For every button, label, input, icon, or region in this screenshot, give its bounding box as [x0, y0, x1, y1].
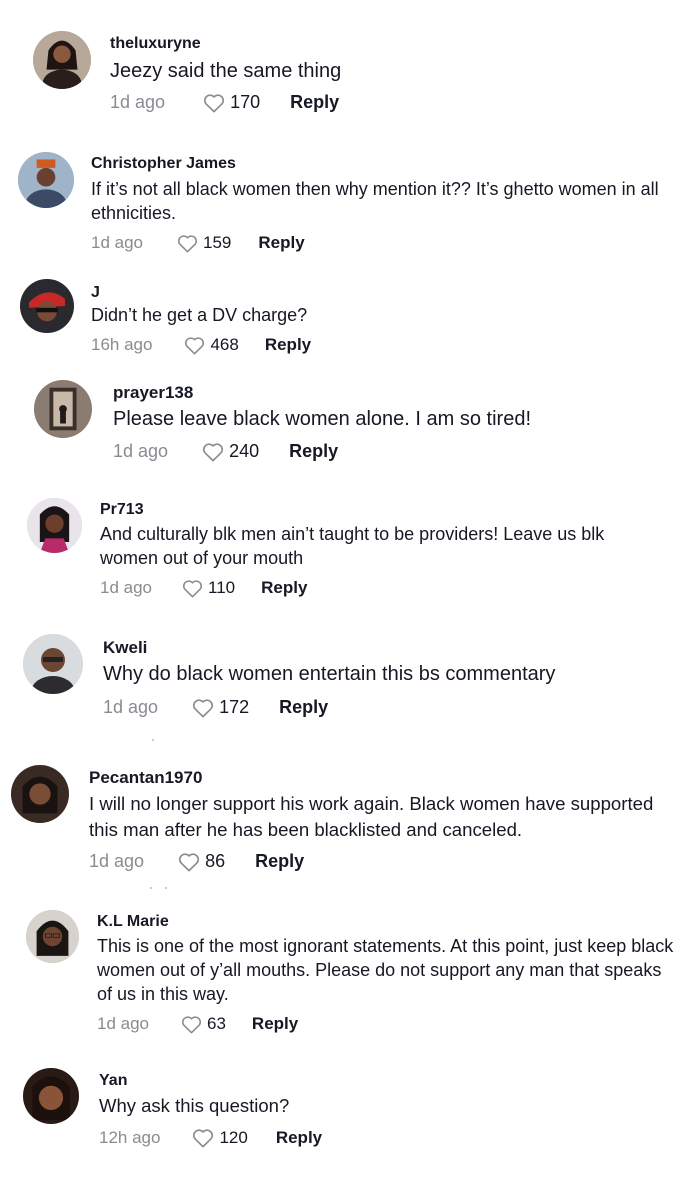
user-avatar-icon [34, 380, 92, 438]
comment-username[interactable]: prayer138 [113, 383, 193, 403]
like-button[interactable]: 86 [178, 851, 225, 872]
like-count: 120 [219, 1128, 248, 1147]
heart-outline-icon [185, 336, 205, 354]
like-button[interactable]: 468 [184, 335, 239, 355]
comment-meta: 1d ago 170 Reply [110, 92, 339, 113]
heart-outline-icon [179, 852, 200, 871]
comment-timestamp: 1d ago [100, 578, 152, 597]
comment-meta: 1d ago 110 Reply [100, 578, 307, 598]
comment-meta: 1d ago 172 Reply [103, 697, 328, 718]
user-avatar-icon [27, 498, 82, 553]
comment-username[interactable]: J [91, 284, 100, 302]
comment-text: Didn’t he get a DV charge? [91, 305, 308, 325]
like-button[interactable]: 240 [202, 441, 259, 462]
comment-text: Why ask this question? [99, 1095, 290, 1116]
avatar[interactable] [23, 1068, 79, 1124]
comment-timestamp: 1d ago [103, 697, 159, 717]
heart-outline-icon [182, 579, 203, 597]
comment-meta: 16h ago 468 Reply [91, 335, 311, 355]
like-button[interactable]: 110 [182, 578, 235, 598]
user-avatar-icon [26, 910, 79, 963]
like-count: 468 [210, 335, 239, 354]
comment-timestamp: 1d ago [110, 92, 166, 112]
user-avatar-icon [18, 152, 74, 208]
user-avatar-icon [20, 279, 74, 333]
like-button[interactable]: 172 [192, 697, 249, 718]
comment-meta: 1d ago 240 Reply [113, 441, 338, 462]
like-button[interactable]: 159 [177, 233, 231, 253]
comment-username[interactable]: Yan [99, 1072, 127, 1090]
like-count: 159 [203, 233, 232, 252]
avatar[interactable] [33, 31, 91, 89]
comment-username[interactable]: theluxuryne [110, 35, 201, 53]
comment-timestamp: 1d ago [91, 233, 143, 252]
avatar[interactable] [34, 380, 92, 438]
like-count: 170 [230, 92, 261, 112]
comment-username[interactable]: Pr713 [100, 501, 144, 519]
reply-button[interactable]: Reply [265, 335, 311, 355]
comment-timestamp: 1d ago [97, 1014, 149, 1033]
reply-button[interactable]: Reply [289, 441, 338, 462]
heart-outline-icon [177, 234, 198, 252]
avatar[interactable] [18, 152, 74, 208]
comment-text: This is one of the most ignorant stateme… [97, 936, 674, 1004]
divider-dot [150, 887, 152, 889]
reply-button[interactable]: Reply [252, 1014, 298, 1034]
like-button[interactable]: 170 [203, 92, 260, 113]
like-count: 63 [207, 1014, 226, 1033]
like-count: 86 [205, 851, 226, 871]
heart-outline-icon [193, 698, 214, 717]
like-count: 172 [219, 697, 250, 717]
reply-button[interactable]: Reply [255, 851, 304, 872]
like-count: 110 [208, 578, 236, 597]
comment-text: I will no longer support his work again.… [89, 793, 654, 840]
avatar[interactable] [23, 634, 83, 694]
comment-meta: 1d ago 63 Reply [97, 1014, 298, 1034]
heart-outline-icon [203, 442, 224, 461]
comment-text: And culturally blk men ain’t taught to b… [100, 524, 605, 568]
user-avatar-icon [23, 1068, 79, 1124]
divider-dot [165, 887, 167, 889]
comment-username[interactable]: Kweli [103, 638, 147, 658]
comment-timestamp: 16h ago [91, 335, 153, 354]
comment-text: Please leave black women alone. I am so … [113, 408, 531, 430]
comment-text: If it’s not all black women then why men… [91, 179, 659, 223]
user-avatar-icon [33, 31, 91, 89]
like-count: 240 [229, 441, 260, 461]
comment-username[interactable]: Christopher James [91, 155, 236, 173]
avatar[interactable] [26, 910, 79, 963]
user-avatar-icon [11, 765, 69, 823]
heart-outline-icon [181, 1015, 202, 1033]
avatar[interactable] [11, 765, 69, 823]
heart-outline-icon [204, 93, 225, 112]
user-avatar-icon [23, 634, 83, 694]
like-button[interactable]: 63 [181, 1014, 226, 1034]
comment-meta: 1d ago 159 Reply [91, 233, 305, 253]
avatar[interactable] [27, 498, 82, 553]
comment-timestamp: 1d ago [89, 851, 145, 871]
comment-meta: 1d ago 86 Reply [89, 851, 304, 872]
comment-timestamp: 12h ago [99, 1128, 161, 1147]
reply-button[interactable]: Reply [258, 233, 304, 253]
divider-dot [152, 739, 154, 741]
reply-button[interactable]: Reply [276, 1128, 322, 1148]
heart-outline-icon [193, 1129, 214, 1148]
comment-username[interactable]: Pecantan1970 [89, 768, 202, 788]
comment-text: Why do black women entertain this bs com… [103, 663, 556, 685]
comment-meta: 12h ago 120 Reply [99, 1128, 322, 1148]
avatar[interactable] [20, 279, 74, 333]
reply-button[interactable]: Reply [290, 92, 339, 113]
comment-username[interactable]: K.L Marie [97, 913, 169, 931]
like-button[interactable]: 120 [192, 1128, 248, 1148]
reply-button[interactable]: Reply [279, 697, 328, 718]
comment-timestamp: 1d ago [113, 441, 169, 461]
reply-button[interactable]: Reply [261, 578, 307, 598]
comment-text: Jeezy said the same thing [110, 60, 342, 82]
